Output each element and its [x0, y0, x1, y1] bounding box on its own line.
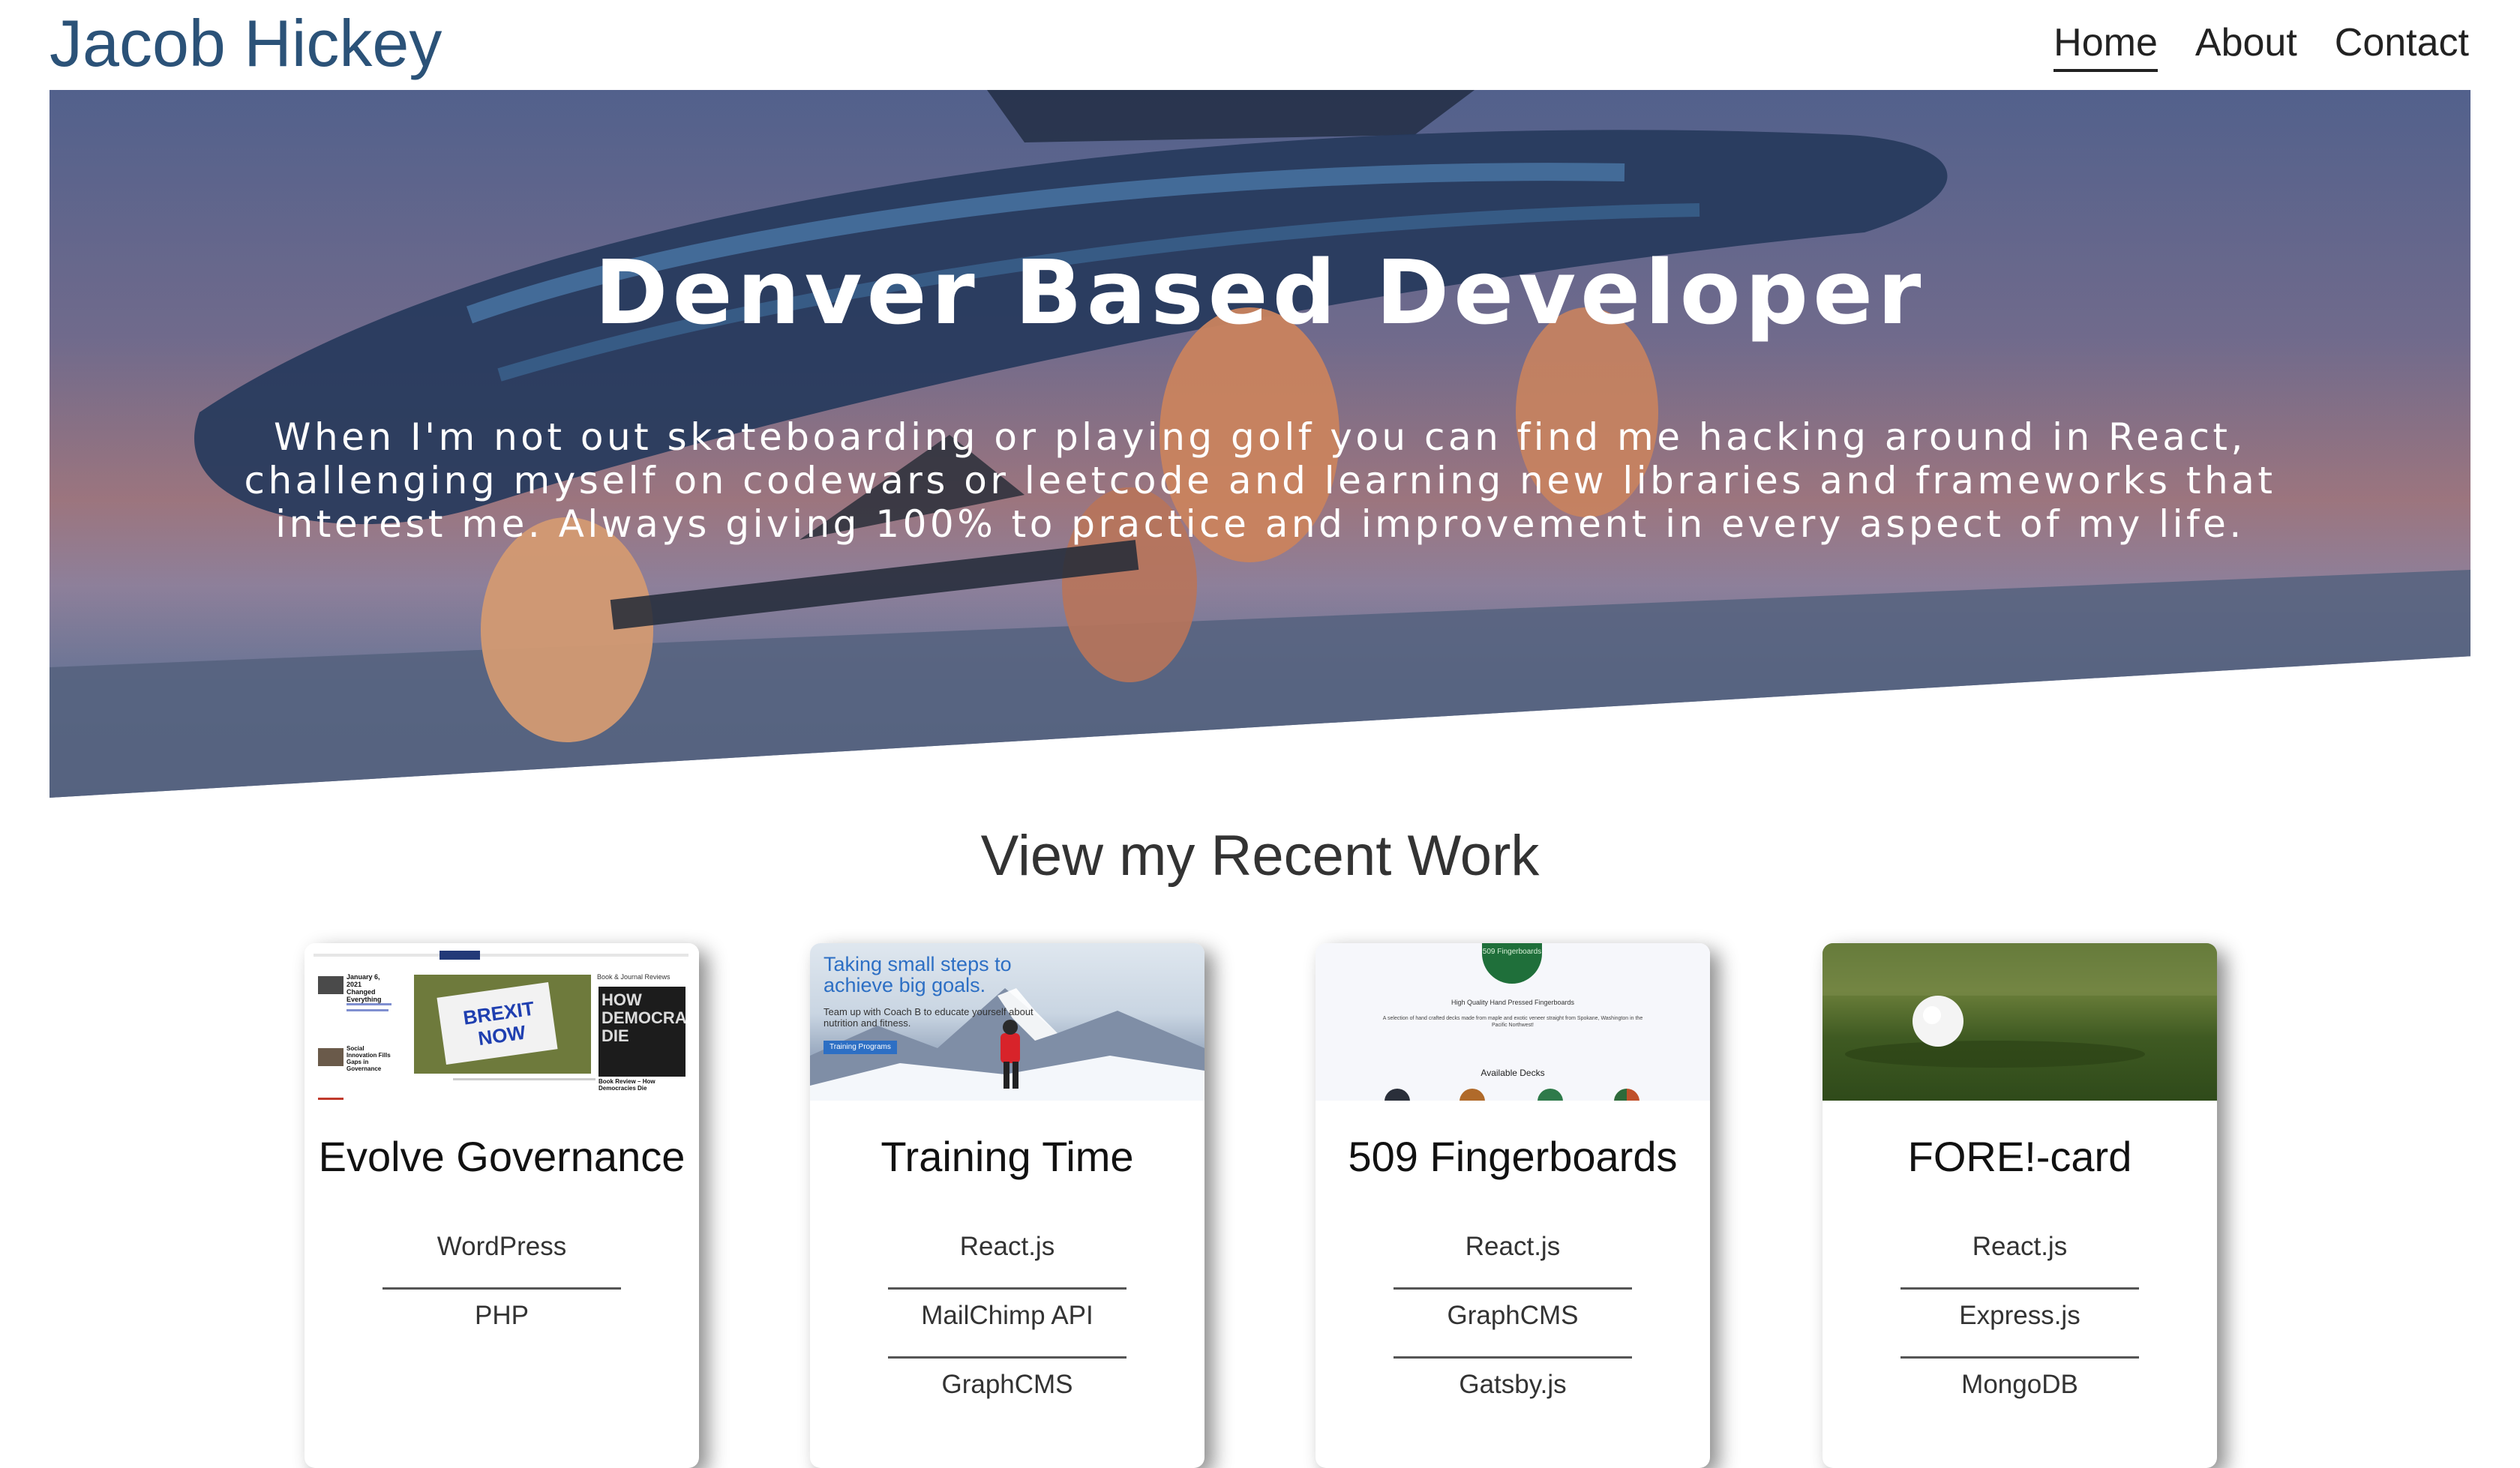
nav-home-link[interactable]: Home — [2054, 19, 2158, 72]
project-thumbnail-training-time: Taking small steps to achieve big goals.… — [810, 943, 1204, 1101]
tech-list: React.js MailChimp API GraphCMS — [888, 1221, 1126, 1428]
project-thumbnail-golf-ball — [1822, 943, 2217, 1101]
thumb-description: A selection of hand crafted decks made f… — [1382, 1016, 1643, 1028]
project-title[interactable]: 509 Fingerboards — [1316, 1131, 1710, 1183]
tech-item: React.js — [888, 1221, 1126, 1290]
hero-description: When I'm not out skateboarding or playin… — [244, 415, 2276, 546]
site-title[interactable]: Jacob Hickey — [50, 4, 442, 82]
project-title[interactable]: Training Time — [810, 1131, 1204, 1183]
project-title[interactable]: Evolve Governance — [304, 1131, 699, 1183]
project-card-evolve-governance[interactable]: January 6, 2021 Changed Everything Socia… — [304, 943, 699, 1468]
hero-banner: Denver Based Developer When I'm not out … — [50, 90, 2470, 798]
tech-item: WordPress — [382, 1221, 621, 1290]
project-thumbnail-evolve-governance: January 6, 2021 Changed Everything Socia… — [304, 943, 699, 1101]
project-card-fore-card[interactable]: FORE!-card React.js Express.js MongoDB — [1822, 943, 2217, 1468]
thumb-book-cover-title: HOW DEMOCRACIES DIE — [602, 990, 686, 1045]
project-title[interactable]: FORE!-card — [1822, 1131, 2217, 1183]
golf-course-illustration — [1822, 943, 2217, 1068]
thumb-subtext: Team up with Coach B to educate yourself… — [824, 1006, 1034, 1029]
nav-contact-link[interactable]: Contact — [2335, 19, 2469, 72]
site-header: Jacob Hickey Home About Contact — [0, 0, 2520, 90]
thumb-post-date: January 6, 2021 — [346, 973, 380, 988]
nav-about-link[interactable]: About — [2195, 19, 2297, 72]
thumb-section-title: Available Decks — [1480, 1068, 1545, 1078]
tech-item: MongoDB — [1961, 1370, 2078, 1399]
project-card-training-time[interactable]: Taking small steps to achieve big goals.… — [810, 943, 1204, 1468]
thumb-training-programs-button: Training Programs — [824, 1041, 897, 1054]
main-nav: Home About Contact — [2016, 19, 2469, 72]
tech-list: WordPress PHP — [382, 1221, 621, 1359]
tech-item: Gatsby.js — [1459, 1370, 1567, 1399]
thumb-logo-text: 509 Fingerboards — [1482, 948, 1542, 956]
tech-list: React.js Express.js MongoDB — [1900, 1221, 2139, 1428]
fingerboards-logo: 509 Fingerboards — [1482, 943, 1542, 984]
thumb-post-title: Changed Everything — [346, 988, 382, 1003]
tech-item: React.js — [1394, 1221, 1632, 1290]
tech-item: Express.js — [1900, 1290, 2139, 1359]
project-card-509-fingerboards[interactable]: 509 Fingerboards High Quality Hand Press… — [1316, 943, 1710, 1468]
thumb-post-title-2: Social Innovation Fills Gaps in Governan… — [346, 1045, 391, 1072]
tech-item: React.js — [1900, 1221, 2139, 1290]
project-thumbnail-509-fingerboards: 509 Fingerboards High Quality Hand Press… — [1316, 943, 1710, 1101]
brexit-photo: BREXIT NOW — [414, 975, 591, 1074]
book-cover: HOW DEMOCRACIES DIE — [598, 987, 686, 1077]
thumb-headline: Taking small steps to achieve big goals. — [824, 953, 1012, 996]
recent-work-heading: View my Recent Work — [980, 824, 1540, 888]
thumb-review-title: Book Review – How Democracies Die — [598, 1078, 656, 1092]
tech-item: GraphCMS — [1394, 1290, 1632, 1359]
tech-list: React.js GraphCMS Gatsby.js — [1394, 1221, 1632, 1428]
hero-heading: Denver Based Developer — [594, 241, 1926, 344]
tech-item: GraphCMS — [941, 1370, 1073, 1399]
tech-item: PHP — [475, 1301, 529, 1330]
thumb-section-label: Book & Journal Reviews — [597, 973, 670, 981]
tech-item: MailChimp API — [888, 1290, 1126, 1359]
thumb-tagline: High Quality Hand Pressed Fingerboards — [1450, 999, 1575, 1006]
